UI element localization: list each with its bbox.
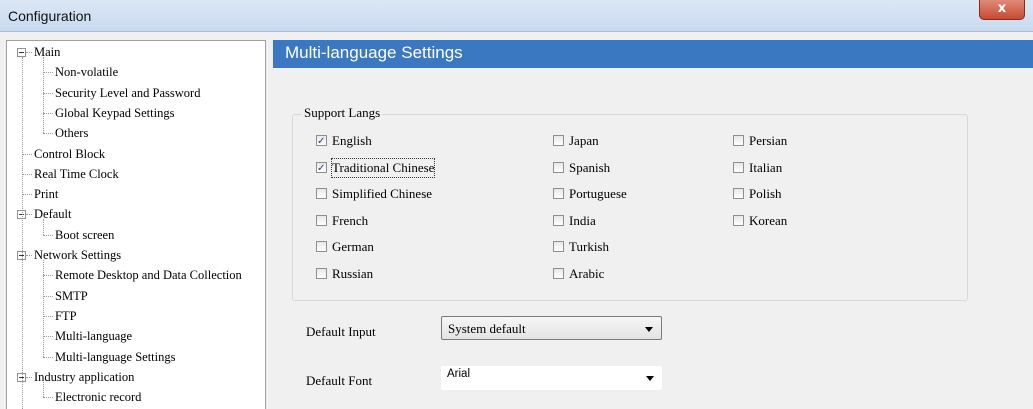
tree-item[interactable]: Electronic record (55, 387, 141, 407)
tree-item[interactable]: SMTP (55, 286, 88, 306)
tree-item[interactable]: Security Level and Password (55, 83, 200, 103)
language-label: Traditional Chinese (330, 157, 436, 178)
checkbox-icon[interactable] (553, 241, 564, 253)
default-input-value: System default (448, 321, 526, 336)
language-label: Persian (749, 133, 788, 148)
tree-item[interactable]: FTP (55, 306, 77, 326)
language-label: Polish (749, 186, 782, 202)
panel-title: Multi-language Settings (285, 43, 463, 62)
tree-connector (43, 295, 53, 297)
tree-connector (22, 173, 32, 175)
tree-connector (26, 376, 32, 378)
checkbox-icon[interactable] (733, 188, 744, 200)
tree-item[interactable]: Multi-language Settings (55, 347, 175, 367)
chevron-down-icon (646, 376, 654, 381)
default-input-select[interactable]: System default (441, 316, 662, 340)
tree-connector (43, 336, 53, 338)
tree-connector (43, 133, 53, 135)
tree-connector (26, 255, 32, 256)
language-label: French (332, 212, 369, 228)
default-font-label: Default Font (306, 373, 373, 388)
language-label: German (332, 239, 374, 255)
tree-connector (43, 219, 44, 235)
language-label: Italian (749, 159, 783, 175)
default-font-value: Arial (447, 368, 471, 380)
language-label: Japan (569, 133, 599, 148)
tree-connector (43, 57, 44, 134)
tree-item[interactable]: Default (34, 204, 71, 224)
checkbox-icon[interactable] (733, 161, 744, 173)
tree-connector (43, 260, 44, 357)
language-label: India (569, 212, 596, 228)
checkbox-icon[interactable] (316, 241, 327, 253)
support-langs-title: Support Langs (302, 105, 383, 121)
tree-connector (43, 381, 44, 398)
tree-connector (43, 275, 53, 277)
language-label: Portuguese (569, 186, 627, 202)
tree-item[interactable]: Real Time Clock (34, 164, 119, 184)
tree-item[interactable]: Global Keypad Settings (55, 103, 174, 123)
default-font-select[interactable]: Arial (441, 366, 662, 390)
checkbox-icon[interactable] (553, 161, 564, 173)
checkbox-icon[interactable] (733, 135, 744, 146)
checkbox-icon[interactable] (553, 188, 564, 200)
tree-connector (26, 52, 32, 53)
language-label: Turkish (569, 239, 609, 255)
checkbox-icon[interactable] (553, 135, 564, 146)
collapse-icon[interactable] (17, 48, 26, 57)
checkbox-checked-icon[interactable] (316, 133, 327, 151)
tree-item[interactable]: Industry application (34, 367, 134, 387)
close-button[interactable]: x (979, 0, 1025, 20)
language-label: Russian (332, 266, 374, 281)
title-bar: Configuration x (0, 0, 1033, 32)
config-tree[interactable]: Main Non-volatile Security Level and Passw… (6, 40, 266, 409)
tree-item[interactable]: Others (55, 123, 88, 143)
checkbox-icon[interactable] (553, 214, 564, 226)
tree-connector (43, 397, 53, 399)
close-icon: x (997, 1, 1007, 16)
language-label: Spanish (569, 159, 611, 175)
checkbox-icon[interactable] (316, 214, 327, 226)
language-label: Arabic (569, 266, 605, 281)
tree-item[interactable]: Print (34, 184, 58, 204)
tree-connector (43, 112, 53, 114)
tree-connector (22, 194, 32, 196)
tree-connector (43, 72, 53, 74)
panel-header: Multi-language Settings (273, 40, 1033, 68)
tree-connector (43, 356, 53, 358)
checkbox-icon[interactable] (316, 268, 327, 279)
tree-item[interactable]: Remote Desktop and Data Collection (55, 265, 242, 285)
tree-item[interactable]: Control Block (34, 144, 105, 164)
tree-connector (26, 214, 32, 216)
tree-connector (43, 315, 53, 317)
tree-connector (22, 57, 23, 409)
default-input-label: Default Input (306, 324, 376, 339)
tree-item[interactable]: Main (34, 42, 60, 62)
checkbox-checked-icon[interactable] (316, 160, 327, 178)
support-langs-group (292, 114, 968, 301)
tree-item[interactable]: Boot screen (55, 225, 114, 245)
chevron-down-icon (645, 327, 653, 332)
checkbox-icon[interactable] (553, 268, 564, 279)
language-label: Simplified Chinese (332, 186, 433, 202)
tree-connector (43, 234, 53, 236)
checkbox-icon[interactable] (316, 188, 327, 200)
tree-connector (43, 92, 53, 94)
language-label: English (332, 133, 372, 148)
tree-connector (22, 153, 32, 155)
tree-item[interactable]: Non-volatile (55, 62, 118, 82)
checkbox-icon[interactable] (733, 214, 744, 226)
window-title: Configuration (8, 8, 92, 24)
tree-item[interactable]: Multi-language (55, 326, 132, 346)
tree-item[interactable]: Network Settings (34, 245, 121, 265)
language-label: Korean (749, 212, 788, 228)
